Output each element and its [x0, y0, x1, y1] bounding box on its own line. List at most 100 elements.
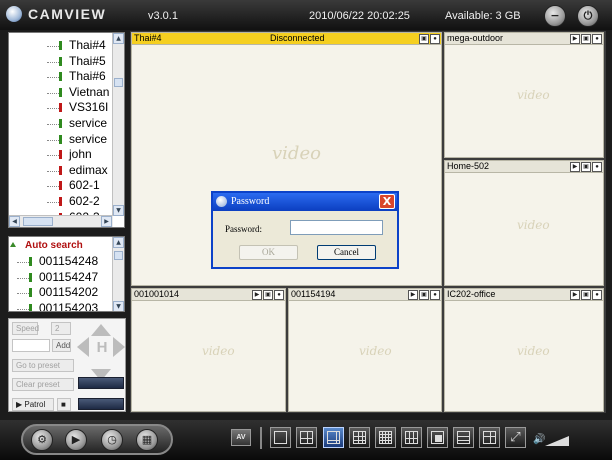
layout-2x2-button[interactable] — [296, 427, 317, 448]
tree-item[interactable]: 001154247 — [9, 270, 113, 286]
app-name: CAMVIEW — [28, 6, 107, 22]
goto-preset-select[interactable]: Go to preset — [12, 359, 74, 372]
video-cell-2[interactable]: mega-outdoor ▶ ▣ ● video — [444, 32, 604, 158]
scroll-up-icon[interactable]: ▲ — [113, 237, 124, 248]
settings-button[interactable]: ⚙ — [31, 429, 53, 451]
volume-slider[interactable] — [545, 436, 569, 446]
scroll-down-icon[interactable]: ▼ — [113, 301, 124, 311]
preset-name-input[interactable] — [12, 339, 50, 352]
search-icon — [10, 242, 16, 247]
layout-4x4-icon — [379, 431, 392, 444]
cancel-button[interactable]: Cancel — [317, 245, 376, 260]
layout-1plus12-icon — [405, 431, 418, 444]
layout-5x5-button[interactable] — [453, 427, 474, 448]
zoom-out-button[interactable] — [78, 398, 124, 410]
tree-item[interactable]: 602-1 — [9, 178, 113, 194]
video-cell-6[interactable]: IC202-office ▶ ▣ ● video — [444, 288, 604, 412]
snapshot-icon[interactable]: ▣ — [419, 290, 429, 300]
tree-item[interactable]: john — [9, 147, 113, 163]
tree-item[interactable]: Thai#5 — [9, 54, 113, 70]
snapshot-icon[interactable]: ▣ — [263, 290, 273, 300]
connection-status: Disconnected — [270, 33, 325, 43]
stop-icon: ■ — [61, 400, 66, 409]
pan-right-icon[interactable] — [113, 337, 125, 357]
patrol-button[interactable]: ▶ Patrol — [12, 398, 54, 411]
tree-item[interactable]: 001154202 — [9, 285, 113, 301]
snapshot-icon[interactable]: ▣ — [581, 290, 591, 300]
tree-item[interactable]: Thai#4 — [9, 38, 113, 54]
device-tree[interactable]: Thai#4 Thai#5 Thai#6 Vietnan VS316I service se… — [8, 32, 125, 228]
layout-6x6-button[interactable] — [479, 427, 500, 448]
tree-item-label: Thai#5 — [69, 53, 106, 68]
scroll-thumb[interactable] — [114, 251, 123, 260]
auto-search-scrollbar[interactable]: ▲ ▼ — [112, 237, 124, 311]
tree-item[interactable]: Thai#6 — [9, 69, 113, 85]
zoom-in-button[interactable] — [78, 377, 124, 389]
clear-preset-select[interactable]: Clear preset — [12, 378, 74, 391]
speaker-icon[interactable]: 🔊 — [533, 434, 545, 445]
dialog-title: Password — [231, 196, 270, 207]
tree-item[interactable]: service — [9, 116, 113, 132]
tree-item[interactable]: VS316I — [9, 100, 113, 116]
tree-horizontal-scrollbar[interactable]: ◀ ▶ — [9, 215, 113, 227]
add-preset-button[interactable]: Add — [52, 339, 71, 352]
home-button[interactable]: H — [94, 336, 110, 360]
scroll-right-icon[interactable]: ▶ — [101, 216, 112, 227]
tree-item[interactable]: 001154203 — [9, 301, 113, 311]
snapshot-icon[interactable]: ▣ — [581, 162, 591, 172]
tree-connector — [47, 139, 59, 141]
ok-button[interactable]: OK — [239, 245, 298, 260]
tree-item[interactable]: 602-2 — [9, 194, 113, 210]
scroll-up-icon[interactable]: ▲ — [113, 33, 124, 44]
video-cell-5[interactable]: 001154194 ▶ ▣ ● video — [288, 288, 442, 412]
schedule-button[interactable]: ◷ — [101, 429, 123, 451]
record-icon[interactable]: ● — [430, 290, 440, 300]
record-icon[interactable]: ● — [592, 34, 602, 44]
password-input[interactable] — [290, 220, 383, 235]
minimize-button[interactable]: − — [544, 5, 566, 27]
pan-left-icon[interactable] — [77, 337, 89, 357]
av-button[interactable]: AV — [231, 429, 251, 446]
snapshot-icon[interactable]: ▣ — [419, 34, 429, 44]
video-cell-4[interactable]: 001001014 ▶ ▣ ● video — [131, 288, 286, 412]
tree-vertical-scrollbar[interactable]: ▲ ▼ — [112, 33, 124, 216]
speed-select[interactable]: 2 — [51, 322, 71, 335]
video-cell-3[interactable]: Home-502 ▶ ▣ ● video — [444, 160, 604, 286]
layout-1plus5-button[interactable] — [323, 427, 344, 448]
connect-icon[interactable]: ▶ — [570, 34, 580, 44]
connect-icon[interactable]: ▶ — [408, 290, 418, 300]
pan-up-icon[interactable] — [91, 324, 111, 336]
connect-icon[interactable]: ▶ — [252, 290, 262, 300]
scroll-left-icon[interactable]: ◀ — [9, 216, 20, 227]
layout-4x4-button[interactable] — [375, 427, 396, 448]
camera-name: mega-outdoor — [447, 33, 504, 43]
tree-item[interactable]: Vietnan — [9, 85, 113, 101]
scroll-thumb[interactable] — [114, 78, 123, 87]
connect-icon[interactable]: ▶ — [570, 162, 580, 172]
record-icon[interactable]: ● — [592, 290, 602, 300]
auto-search-panel[interactable]: Auto search 001154248 001154247 001154202 0… — [8, 236, 125, 312]
tree-item[interactable]: 001154248 — [9, 254, 113, 270]
tree-item[interactable]: edimax — [9, 163, 113, 179]
hscroll-thumb[interactable] — [23, 217, 53, 226]
layout-1x1-button[interactable] — [270, 427, 291, 448]
layout-1plus12-button[interactable] — [401, 427, 422, 448]
connect-icon[interactable]: ▶ — [570, 290, 580, 300]
layout-3x3-button[interactable] — [349, 427, 370, 448]
camera-status-icon — [59, 165, 62, 175]
snapshot-icon[interactable]: ▣ — [581, 34, 591, 44]
scroll-down-icon[interactable]: ▼ — [113, 205, 124, 216]
tree-item[interactable]: service — [9, 132, 113, 148]
stop-button[interactable]: ■ — [57, 398, 71, 411]
camera-status-icon — [59, 197, 62, 206]
record-icon[interactable]: ● — [592, 162, 602, 172]
record-icon[interactable]: ● — [274, 290, 284, 300]
camera-title-bar: mega-outdoor ▶ ▣ ● — [445, 33, 603, 45]
record-icon[interactable]: ● — [430, 34, 440, 44]
power-button[interactable]: ⏻ — [577, 5, 599, 27]
playback-button[interactable]: ▶ — [65, 429, 87, 451]
network-button[interactable]: ▦ — [136, 429, 158, 451]
close-button[interactable]: X — [379, 194, 395, 209]
layout-1plus7-button[interactable] — [427, 427, 448, 448]
fullscreen-button[interactable]: ⤢ — [505, 427, 526, 448]
